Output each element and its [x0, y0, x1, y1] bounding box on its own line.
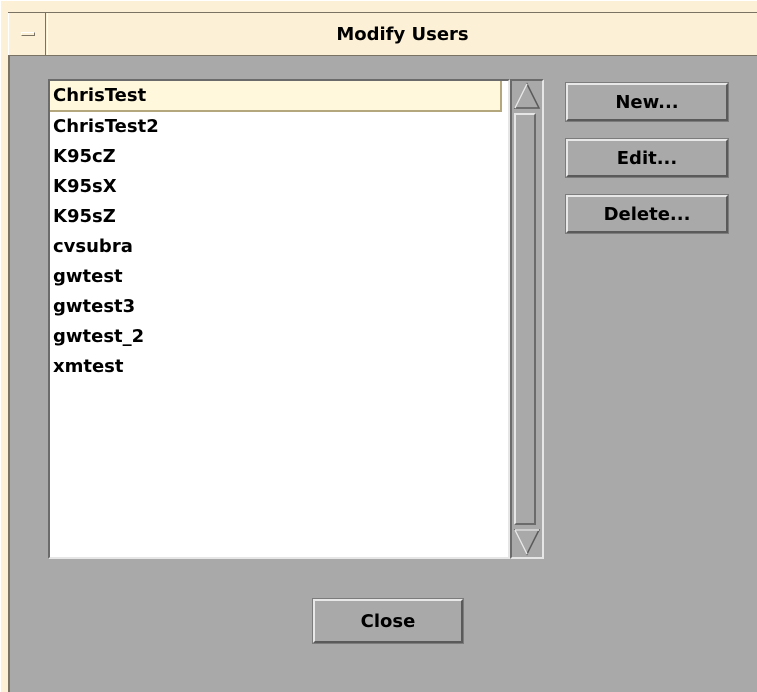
- modify-users-window: Modify Users ChrisTest ChrisTest2 K95cZ K95…: [0, 0, 757, 692]
- window-menu-icon: [21, 32, 35, 36]
- user-list-item[interactable]: K95sX: [50, 172, 508, 202]
- user-list-items: ChrisTest ChrisTest2 K95cZ K95sX K95sZ cvsubr…: [50, 81, 508, 382]
- title-bar[interactable]: Modify Users: [8, 12, 757, 56]
- scroll-down-button[interactable]: [513, 528, 541, 556]
- user-list-item[interactable]: ChrisTest2: [50, 112, 508, 142]
- scroll-up-button[interactable]: [513, 82, 541, 110]
- window-menu-button[interactable]: [8, 13, 46, 55]
- dialog-content: ChrisTest ChrisTest2 K95cZ K95sX K95sZ cvsubr…: [10, 56, 757, 692]
- user-list-item[interactable]: ChrisTest: [50, 81, 502, 112]
- user-list-item[interactable]: gwtest3: [50, 292, 508, 322]
- window-title: Modify Users: [336, 23, 469, 45]
- user-list-scrollbar[interactable]: [510, 79, 544, 559]
- user-list-item[interactable]: xmtest: [50, 352, 508, 382]
- scroll-thumb[interactable]: [514, 113, 536, 525]
- title-area[interactable]: Modify Users: [47, 13, 757, 55]
- close-button[interactable]: Close: [312, 598, 464, 644]
- delete-user-button[interactable]: Delete...: [565, 194, 729, 234]
- new-user-button[interactable]: New...: [565, 82, 729, 122]
- user-list-item[interactable]: K95sZ: [50, 202, 508, 232]
- user-list[interactable]: ChrisTest ChrisTest2 K95cZ K95sX K95sZ cvsubr…: [48, 79, 510, 559]
- edit-user-button[interactable]: Edit...: [565, 138, 729, 178]
- triangle-up-icon: [513, 82, 541, 109]
- user-list-item[interactable]: cvsubra: [50, 232, 508, 262]
- user-list-item[interactable]: K95cZ: [50, 142, 508, 172]
- triangle-down-icon: [513, 529, 541, 556]
- user-list-item[interactable]: gwtest: [50, 262, 508, 292]
- user-list-item[interactable]: gwtest_2: [50, 322, 508, 352]
